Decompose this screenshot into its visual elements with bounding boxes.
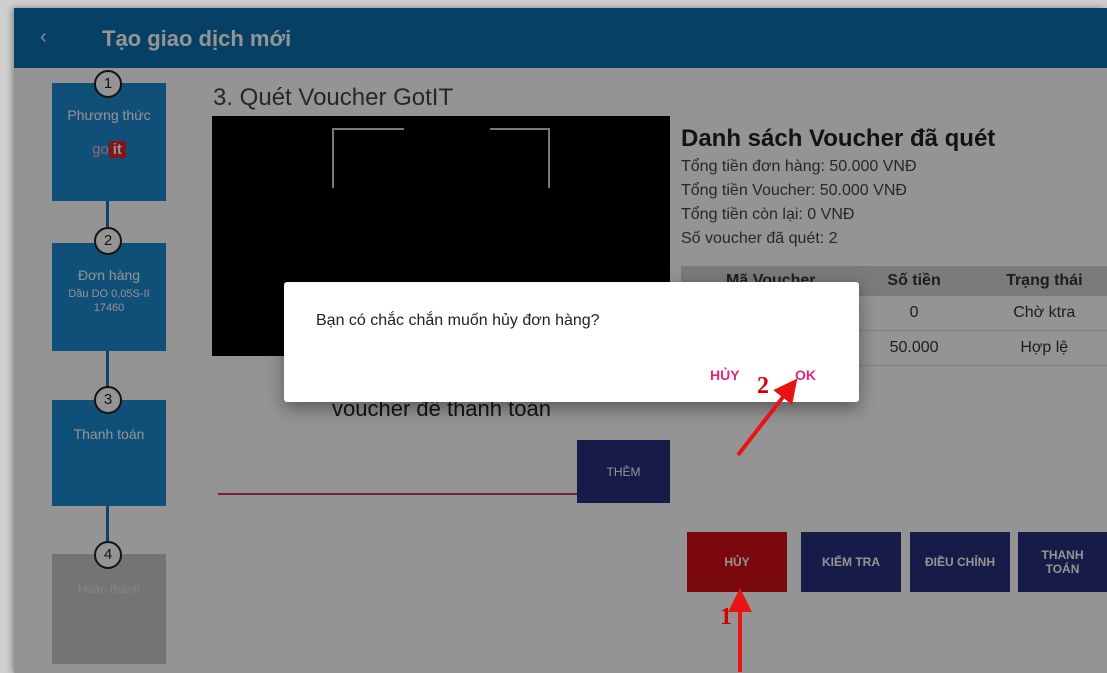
annotation-layer	[728, 378, 798, 672]
annotation-number: 1	[720, 604, 732, 630]
annotation-number: 2	[757, 373, 769, 399]
